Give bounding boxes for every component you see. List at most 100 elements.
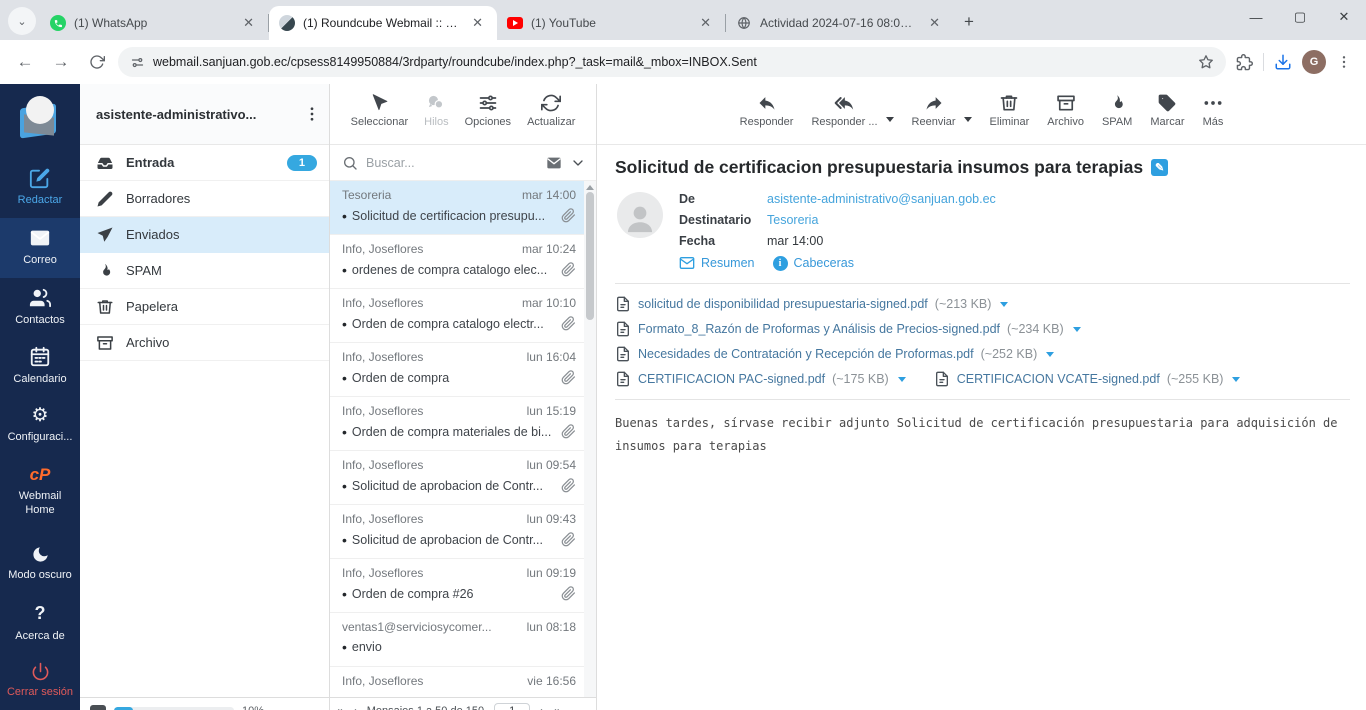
new-tab-button[interactable]: +	[954, 12, 986, 40]
tab-whatsapp[interactable]: (1) WhatsApp ✕	[40, 6, 268, 40]
sidebar-item-correo[interactable]: Correo	[0, 218, 80, 278]
refresh-button[interactable]: Actualizar	[527, 93, 575, 128]
attachment-item[interactable]: solicitud de disponibilidad presupuestar…	[615, 296, 1008, 312]
select-button[interactable]: Seleccionar	[351, 93, 408, 128]
reload-button[interactable]	[82, 47, 112, 77]
window-close-button[interactable]: ✕	[1322, 9, 1366, 25]
reply-all-button[interactable]: Responder ...	[811, 93, 877, 128]
attachment-item[interactable]: CERTIFICACION PAC-signed.pdf (~175 KB)	[615, 371, 906, 387]
unread-dot[interactable]: •	[342, 373, 347, 383]
folder-spam[interactable]: SPAM	[80, 253, 329, 289]
scrollbar-thumb[interactable]	[586, 192, 594, 320]
reply-all-dropdown-icon[interactable]	[886, 117, 894, 122]
folder-entrada[interactable]: Entrada 1	[80, 145, 329, 181]
profile-avatar[interactable]: G	[1302, 50, 1326, 74]
search-options-chevron-icon[interactable]	[570, 155, 586, 171]
message-row[interactable]: Info, Josefloreslun 16:04 •Orden de comp…	[330, 343, 584, 397]
message-row[interactable]: Tesoreriamar 14:00 •Solicitud de certifi…	[330, 181, 584, 235]
folder-archivo[interactable]: Archivo	[80, 325, 329, 361]
tab-youtube[interactable]: (1) YouTube ✕	[497, 6, 725, 40]
unread-dot[interactable]: •	[342, 211, 347, 221]
prev-page-button[interactable]: ‹	[353, 704, 357, 710]
downloads-icon[interactable]	[1274, 53, 1292, 71]
sidebar-item-modo-oscuro[interactable]: Modo oscuro	[0, 536, 80, 593]
attachment-menu-icon[interactable]	[1000, 302, 1008, 307]
spam-button[interactable]: SPAM	[1102, 93, 1132, 128]
tab-close-icon[interactable]: ✕	[925, 13, 944, 33]
page-number-input[interactable]: 1	[494, 703, 530, 710]
sidebar-item-redactar[interactable]: Redactar	[0, 158, 80, 218]
unread-dot[interactable]: •	[342, 535, 347, 545]
attachment-menu-icon[interactable]	[1046, 352, 1054, 357]
message-row[interactable]: Info, Josefloreslun 09:54 •Solicitud de …	[330, 451, 584, 505]
forward-button[interactable]: →	[46, 47, 76, 77]
window-maximize-button[interactable]: ▢	[1278, 9, 1322, 25]
folder-options-kebab-icon[interactable]	[303, 105, 321, 123]
sidebar-item-acerca-de[interactable]: ? Acerca de	[0, 593, 80, 653]
more-button[interactable]: Más	[1203, 93, 1224, 128]
unread-dot[interactable]: •	[342, 642, 347, 652]
attachment-menu-icon[interactable]	[898, 377, 906, 382]
threads-button[interactable]: Hilos	[424, 93, 448, 128]
tab-close-icon[interactable]: ✕	[468, 13, 487, 33]
window-minimize-button[interactable]: —	[1234, 10, 1278, 25]
folder-borradores[interactable]: Borradores	[80, 181, 329, 217]
attachment-name[interactable]: Necesidades de Contratación y Recepción …	[638, 347, 974, 361]
attachment-name[interactable]: solicitud de disponibilidad presupuestar…	[638, 297, 928, 311]
folder-papelera[interactable]: Papelera	[80, 289, 329, 325]
message-row[interactable]: ventas1@serviciosycomer...lun 08:18 •env…	[330, 613, 584, 667]
attachment-item[interactable]: Necesidades de Contratación y Recepción …	[615, 346, 1054, 362]
search-scope-mail-icon[interactable]	[546, 155, 562, 171]
message-row[interactable]: Info, Josefloresmar 10:10 •Orden de comp…	[330, 289, 584, 343]
message-row[interactable]: Info, Josefloreslun 09:43 •Solicitud de …	[330, 505, 584, 559]
message-row[interactable]: Info, Josefloreslun 15:19 •Orden de comp…	[330, 397, 584, 451]
forward-button[interactable]: Reenviar	[912, 93, 956, 128]
url-bar[interactable]: webmail.sanjuan.gob.ec/cpsess8149950884/…	[118, 47, 1226, 77]
message-row[interactable]: Info, Josefloresmar 10:24 •ordenes de co…	[330, 235, 584, 289]
sidebar-item-webmail-home[interactable]: cP Webmail Home	[0, 455, 80, 528]
message-list-scrollbar[interactable]	[584, 181, 596, 697]
first-page-button[interactable]: «	[336, 704, 343, 710]
bookmark-star-icon[interactable]	[1198, 54, 1214, 70]
unread-dot[interactable]: •	[342, 427, 347, 437]
attachment-name[interactable]: CERTIFICACION PAC-signed.pdf	[638, 372, 825, 386]
tab-search-button[interactable]: ⌄	[8, 7, 36, 35]
site-settings-icon[interactable]	[130, 55, 145, 70]
to-address-link[interactable]: Tesoreria	[767, 213, 818, 227]
unread-dot[interactable]: •	[342, 265, 347, 275]
folder-enviados[interactable]: Enviados	[80, 217, 329, 253]
sidebar-item-configuracion[interactable]: ⚙ Configuraci...	[0, 397, 80, 455]
unread-dot[interactable]: •	[342, 481, 347, 491]
attachment-menu-icon[interactable]	[1073, 327, 1081, 332]
unread-dot[interactable]: •	[342, 589, 347, 599]
sidebar-item-cerrar-sesion[interactable]: Cerrar sesión	[0, 653, 80, 710]
message-row[interactable]: Info, Josefloreslun 09:19 •Orden de comp…	[330, 559, 584, 613]
search-input[interactable]	[366, 156, 538, 170]
extensions-icon[interactable]	[1236, 54, 1253, 71]
delete-button[interactable]: Eliminar	[990, 93, 1030, 128]
reply-button[interactable]: Responder	[740, 93, 794, 128]
unread-dot[interactable]: •	[342, 319, 347, 329]
next-page-button[interactable]: ›	[540, 704, 544, 710]
headers-link[interactable]: i Cabeceras	[773, 256, 854, 271]
archive-button[interactable]: Archivo	[1047, 93, 1084, 128]
sidebar-item-calendario[interactable]: Calendario	[0, 337, 80, 397]
edit-subject-icon[interactable]: ✎	[1151, 159, 1168, 176]
attachment-name[interactable]: CERTIFICACION VCATE-signed.pdf	[957, 372, 1160, 386]
sidebar-item-contactos[interactable]: Contactos	[0, 278, 80, 338]
back-button[interactable]: ←	[10, 47, 40, 77]
attachment-name[interactable]: Formato_8_Razón de Proformas y Análisis …	[638, 322, 1000, 336]
attachment-item[interactable]: Formato_8_Razón de Proformas y Análisis …	[615, 321, 1081, 337]
tab-close-icon[interactable]: ✕	[239, 13, 258, 33]
mark-button[interactable]: Marcar	[1150, 93, 1184, 128]
scroll-up-icon[interactable]	[586, 185, 594, 190]
chrome-menu-icon[interactable]	[1336, 54, 1352, 70]
from-address-link[interactable]: asistente-administrativo@sanjuan.gob.ec	[767, 192, 996, 206]
summary-link[interactable]: Resumen	[679, 255, 755, 271]
last-page-button[interactable]: »	[554, 704, 561, 710]
attachment-menu-icon[interactable]	[1232, 377, 1240, 382]
tab-close-icon[interactable]: ✕	[696, 13, 715, 33]
forward-dropdown-icon[interactable]	[964, 117, 972, 122]
tab-actividad[interactable]: Actividad 2024-07-16 08:00:00 ✕	[726, 6, 954, 40]
options-button[interactable]: Opciones	[465, 93, 511, 128]
